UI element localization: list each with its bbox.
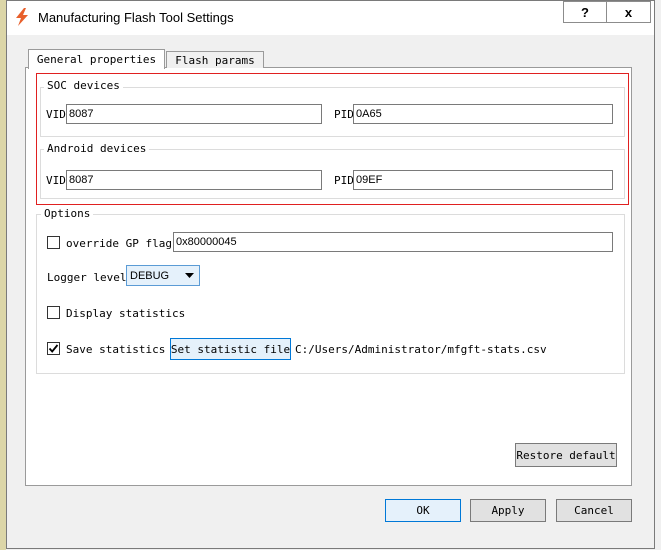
cancel-button[interactable]: Cancel [556,499,632,522]
soc-pid-label: PID [334,108,354,121]
window-title: Manufacturing Flash Tool Settings [38,10,234,25]
display-statistics-label: Display statistics [66,307,186,320]
android-pid-label: PID [334,174,354,187]
close-button[interactable]: x [606,1,651,23]
apply-button[interactable]: Apply [470,499,546,522]
logger-level-value: DEBUG [130,270,170,282]
soc-devices-title: SOC devices [44,79,123,92]
ok-button[interactable]: OK [385,499,461,522]
android-devices-title: Android devices [44,142,150,155]
options-title: Options [41,207,94,220]
restore-default-button[interactable]: Restore default [515,443,617,467]
soc-vid-label: VID [46,108,66,121]
logger-level-select[interactable]: DEBUG [126,265,200,286]
tab-flash-params[interactable]: Flash params [166,51,264,68]
help-button[interactable]: ? [563,1,607,23]
soc-vid-input[interactable]: 8087 [66,104,322,124]
soc-pid-input[interactable]: 0A65 [353,104,613,124]
override-gp-flag-input[interactable]: 0x80000045 [173,232,613,252]
save-statistics-checkbox[interactable] [47,342,60,355]
android-pid-input[interactable]: 09EF [353,170,613,190]
override-gp-flag-label: override GP flag [66,237,172,250]
statistic-file-path: C:/Users/Administrator/mfgft-stats.csv [295,343,547,356]
tab-general-properties[interactable]: General properties [28,49,165,69]
lightning-icon [16,8,28,26]
save-statistics-label: Save statistics [66,343,166,356]
display-statistics-checkbox[interactable] [47,306,60,319]
check-icon [48,344,59,353]
android-vid-input[interactable]: 8087 [66,170,322,190]
logger-level-label: Logger level [47,271,127,284]
override-gp-flag-checkbox[interactable] [47,236,60,249]
android-vid-label: VID [46,174,66,187]
set-statistic-file-button[interactable]: Set statistic file [170,338,291,360]
chevron-down-icon [185,273,194,278]
